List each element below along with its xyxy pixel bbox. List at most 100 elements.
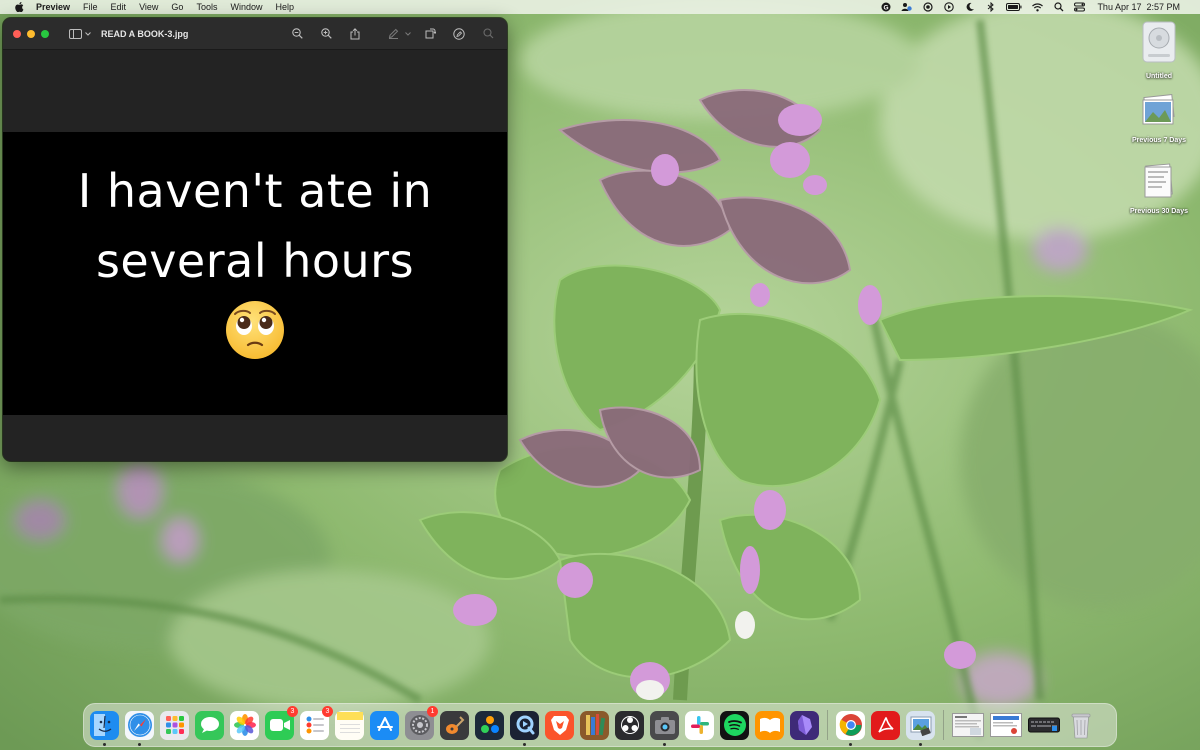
dock-garageband[interactable] <box>440 710 469 740</box>
dock-quicktime[interactable] <box>510 710 539 746</box>
markup-button[interactable] <box>382 25 404 43</box>
dock-davinci-resolve[interactable] <box>475 710 504 740</box>
apple-menu-icon[interactable] <box>12 0 26 14</box>
dock-facetime[interactable]: 3 <box>265 705 298 740</box>
clock-date: Thu Apr 17 <box>1097 2 1142 12</box>
acrobat-icon <box>877 716 894 733</box>
notification-badge: 3 <box>287 705 298 717</box>
play-icon[interactable] <box>943 2 954 13</box>
dock-slack[interactable] <box>685 710 714 740</box>
svg-text:G: G <box>883 4 888 11</box>
spotify-icon <box>723 714 746 736</box>
user-sync-icon[interactable] <box>901 2 913 13</box>
dock-obs[interactable] <box>615 710 644 740</box>
close-button[interactable] <box>13 29 21 38</box>
reminders-icon <box>306 716 324 734</box>
menu-help[interactable]: Help <box>275 2 294 12</box>
markup-menu-button[interactable] <box>404 25 412 43</box>
zoom-out-icon <box>291 28 303 39</box>
window-titlebar[interactable]: READ A BOOK-3.jpg <box>3 18 507 50</box>
zoom-out-button[interactable] <box>286 25 308 43</box>
dock-books[interactable] <box>755 710 784 740</box>
window-title: READ A BOOK-3.jpg <box>101 28 189 39</box>
menu-clock[interactable]: Thu Apr 17 2:57 PM <box>1097 2 1180 12</box>
grammarly-icon[interactable]: G <box>880 2 891 13</box>
desktop-icon-previous-7-days[interactable]: Previous 7 Days <box>1119 94 1199 144</box>
dock-chrome[interactable] <box>836 710 865 746</box>
menu-tools[interactable]: Tools <box>196 2 217 12</box>
dock-preview[interactable] <box>906 710 935 746</box>
dock-recent-window-2[interactable] <box>990 711 1022 740</box>
running-indicator <box>919 742 922 746</box>
share-icon <box>350 27 360 39</box>
record-icon[interactable] <box>922 2 933 13</box>
search-icon[interactable] <box>1053 2 1064 13</box>
dock-launchpad[interactable] <box>160 710 189 740</box>
rotate-icon <box>425 28 436 39</box>
dock-photos[interactable] <box>230 710 259 740</box>
facetime-icon <box>269 719 290 731</box>
dock-separator <box>943 710 944 740</box>
search-button[interactable] <box>477 25 499 43</box>
dock-acrobat[interactable] <box>871 710 900 740</box>
sidebar-toggle-button[interactable] <box>69 28 91 39</box>
garageband-icon <box>445 716 464 734</box>
dock-spotify[interactable] <box>720 710 749 740</box>
annotate-button[interactable] <box>448 25 470 43</box>
dock-obsidian[interactable] <box>790 710 819 740</box>
image-text-line-2: several hours <box>95 234 415 288</box>
rotate-button[interactable] <box>419 25 441 43</box>
desktop-icon-previous-30-days[interactable]: Previous 30 Days <box>1119 163 1199 215</box>
menu-go[interactable]: Go <box>171 2 183 12</box>
dock-recent-window-1[interactable] <box>952 711 984 740</box>
menu-file[interactable]: File <box>83 2 98 12</box>
control-center-icon[interactable] <box>1074 2 1086 13</box>
keyboard-icon <box>1028 717 1060 733</box>
window-thumbnail-icon <box>952 713 984 737</box>
preview-window: READ A BOOK-3.jpg I haven't ate in sever… <box>3 18 507 461</box>
dock-trash[interactable] <box>1066 711 1095 740</box>
window-controls <box>13 29 49 38</box>
battery-icon[interactable] <box>1006 2 1022 13</box>
wifi-icon[interactable] <box>1032 2 1044 13</box>
dock-reminders[interactable]: 3 <box>300 705 333 740</box>
moon-icon[interactable] <box>964 2 975 13</box>
running-indicator <box>138 742 141 746</box>
notes-icon <box>336 712 363 733</box>
window-thumbnail-icon <box>990 713 1022 737</box>
dock-brave[interactable] <box>545 710 574 740</box>
dock-app-store[interactable] <box>370 710 399 740</box>
share-button[interactable] <box>344 25 366 43</box>
slack-icon <box>690 716 709 734</box>
dock-system-settings[interactable]: 1 <box>405 705 438 740</box>
desktop-icon-label: Previous 7 Days <box>1131 137 1187 144</box>
dock-screenshot[interactable] <box>650 710 679 746</box>
zoom-in-button[interactable] <box>315 25 337 43</box>
menu-view[interactable]: View <box>139 2 158 12</box>
stack-docs-icon <box>1139 163 1179 204</box>
menu-window[interactable]: Window <box>230 2 262 12</box>
zoom-button[interactable] <box>41 29 49 38</box>
menu-edit[interactable]: Edit <box>111 2 127 12</box>
minimize-button[interactable] <box>27 29 35 38</box>
dock-notes[interactable] <box>335 710 364 740</box>
preview-icon <box>910 716 931 736</box>
menu-app-name[interactable]: Preview <box>36 2 70 12</box>
dock-messages[interactable] <box>195 710 224 740</box>
finder-icon <box>93 714 116 736</box>
desktop-icon-untitled[interactable]: Untitled <box>1119 20 1199 80</box>
notification-badge: 1 <box>427 705 438 717</box>
dock-calibre[interactable] <box>580 710 609 740</box>
window-toolbar <box>279 25 507 43</box>
obsidian-icon <box>797 715 812 735</box>
disk-icon <box>1139 20 1179 69</box>
bluetooth-icon[interactable] <box>985 2 996 13</box>
running-indicator <box>849 742 852 746</box>
dock-recent-window-3[interactable] <box>1028 711 1060 740</box>
launchpad-icon <box>165 716 184 734</box>
dock-safari[interactable] <box>125 710 154 746</box>
search-icon <box>482 28 493 39</box>
image-text-line-1: I haven't ate in <box>77 164 433 218</box>
dock-finder[interactable] <box>90 710 119 746</box>
image-canvas[interactable]: I haven't ate in several hours <box>3 132 507 415</box>
